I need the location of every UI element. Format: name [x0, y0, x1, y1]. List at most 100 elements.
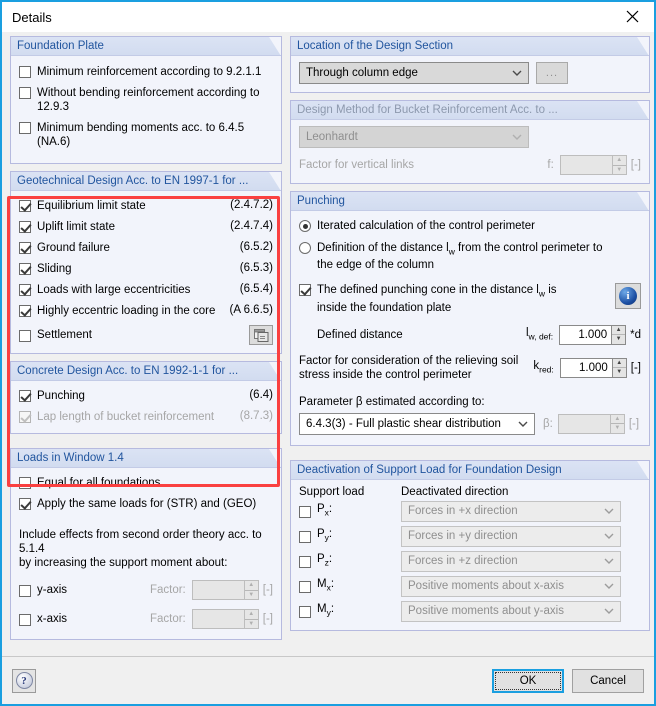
checkbox-equal-for-all-foundations[interactable]: [19, 477, 31, 489]
defined-distance-label: Defined distance: [317, 328, 403, 341]
group-header-geotechnical: Geotechnical Design Acc. to EN 1997-1 fo…: [11, 172, 281, 191]
beta-value: [557, 413, 610, 434]
checkbox-settlement[interactable]: [19, 329, 31, 342]
factor-stepper-y[interactable]: ▲ ▼: [191, 580, 259, 600]
checkbox-row[interactable]: Loads with large eccentricities (6.5.4): [19, 283, 273, 297]
dropdown-value: Positive moments about y-axis: [408, 605, 564, 618]
checkbox-punching[interactable]: [19, 390, 31, 402]
checkbox-pz[interactable]: [299, 555, 311, 568]
reference-code: (6.5.2): [239, 241, 273, 253]
checkbox-highly-eccentric-loading[interactable]: [19, 305, 31, 317]
checkbox-label: Uplift limit state: [37, 221, 115, 233]
checkbox-row[interactable]: Without bending reinforcement according …: [19, 86, 273, 114]
table-row[interactable]: Pz: Forces in +z direction: [299, 550, 641, 572]
checkbox-px[interactable]: [299, 505, 311, 518]
axis-row[interactable]: y-axis Factor: ▲ ▼ [-]: [19, 580, 273, 600]
axis-row[interactable]: x-axis Factor: ▲ ▼ [-]: [19, 609, 273, 629]
chevron-down-icon[interactable]: [598, 552, 620, 571]
dropdown-value: Leonhardt: [306, 131, 358, 143]
checkbox-min-bending-moments[interactable]: [19, 122, 31, 134]
checkbox-without-bending-reinforcement[interactable]: [19, 87, 31, 99]
chevron-down-icon[interactable]: [598, 577, 620, 596]
checkbox-equilibrium-limit-state[interactable]: [19, 200, 31, 212]
checkbox-row[interactable]: The defined punching cone in the distanc…: [299, 283, 641, 314]
factor-stepper-x[interactable]: ▲ ▼: [191, 609, 259, 629]
radio-definition-of-distance[interactable]: [299, 242, 311, 254]
stepper-buttons[interactable]: ▲ ▼: [243, 609, 259, 629]
checkbox-x-axis[interactable]: [19, 613, 31, 626]
row-label-my: My:: [317, 603, 335, 618]
factor-value-y[interactable]: [191, 580, 244, 600]
checkbox-row[interactable]: Minimum reinforcement according to 9.2.1…: [19, 65, 273, 79]
checkbox-ground-failure[interactable]: [19, 242, 31, 254]
table-row[interactable]: Py: Forces in +y direction: [299, 525, 641, 547]
cancel-button[interactable]: Cancel: [572, 668, 644, 693]
factor-unit-y: [-]: [262, 584, 273, 596]
checkbox-row[interactable]: Punching (6.4): [19, 389, 273, 403]
k-red-stepper[interactable]: 1.000 ▲ ▼: [559, 357, 627, 378]
radio-row[interactable]: Definition of the distance lw from the c…: [299, 241, 641, 272]
checkbox-loads-large-eccentricities[interactable]: [19, 284, 31, 296]
factor-value-x[interactable]: [191, 609, 244, 629]
checkbox-row[interactable]: Equal for all foundations: [19, 476, 273, 490]
checkbox-lap-length-bucket-reinforcement: [19, 411, 31, 423]
stepper-buttons[interactable]: ▲ ▼: [611, 357, 627, 378]
checkbox-row[interactable]: Highly eccentric loading in the core (A …: [19, 304, 273, 318]
chevron-down-icon[interactable]: [598, 502, 620, 521]
checkbox-row[interactable]: Apply the same loads for (STR) and (GEO): [19, 497, 273, 511]
checkbox-min-reinforcement[interactable]: [19, 66, 31, 78]
chevron-down-icon[interactable]: [512, 414, 534, 434]
direction-dropdown-px[interactable]: Forces in +x direction: [401, 500, 621, 522]
checkbox-row[interactable]: Sliding (6.5.3): [19, 262, 273, 276]
radio-iterated-calculation[interactable]: [299, 220, 311, 232]
chevron-down-icon[interactable]: [506, 63, 528, 83]
group-foundation-plate: Foundation Plate Minimum reinforcement a…: [10, 36, 282, 164]
checkbox-row[interactable]: Equilibrium limit state (2.4.7.2): [19, 199, 273, 213]
checkbox-row[interactable]: Ground failure (6.5.2): [19, 241, 273, 255]
design-section-location-dropdown[interactable]: Through column edge: [299, 62, 529, 84]
beta-symbol: β: [355, 395, 363, 408]
checkbox-mx[interactable]: [299, 580, 311, 593]
group-header-deactivation: Deactivation of Support Load for Foundat…: [291, 460, 649, 480]
beta-unit: [-]: [628, 417, 640, 430]
checkbox-apply-same-loads-str-geo[interactable]: [19, 498, 31, 510]
checkbox-row[interactable]: Settlement: [19, 325, 273, 345]
direction-dropdown-mx[interactable]: Positive moments about x-axis: [401, 575, 621, 597]
table-row[interactable]: Px: Forces in +x direction: [299, 500, 641, 522]
checkbox-my[interactable]: [299, 605, 311, 618]
help-icon[interactable]: ?: [12, 668, 36, 693]
radio-row[interactable]: Iterated calculation of the control peri…: [299, 219, 641, 233]
radio-label: Definition of the distance lw from the c…: [317, 241, 603, 272]
checkbox-row[interactable]: Uplift limit state (2.4.7.4): [19, 220, 273, 234]
defined-distance-value[interactable]: 1.000: [559, 324, 612, 345]
defined-distance-stepper[interactable]: 1.000 ▲ ▼: [559, 324, 627, 345]
radio-label-part1: Definition of the distance l: [317, 242, 449, 254]
chevron-down-icon[interactable]: [598, 602, 620, 621]
direction-dropdown-pz[interactable]: Forces in +z direction: [401, 550, 621, 572]
checkbox-row[interactable]: Minimum bending moments acc. to 6.4.5 (N…: [19, 121, 273, 149]
table-row[interactable]: My: Positive moments about y-axis: [299, 600, 641, 622]
checkbox-punching-cone-inside-plate[interactable]: [299, 284, 311, 297]
direction-dropdown-my[interactable]: Positive moments about y-axis: [401, 600, 621, 622]
design-section-browse-button[interactable]: ...: [536, 62, 568, 84]
checkbox-y-axis[interactable]: [19, 584, 31, 597]
beta-method-dropdown[interactable]: 6.4.3(3) - Full plastic shear distributi…: [299, 412, 535, 435]
k-red-label: Factor for consideration of the relievin…: [299, 354, 518, 382]
close-icon[interactable]: [610, 2, 654, 30]
stepper-buttons[interactable]: ▲ ▼: [611, 324, 627, 345]
settings-table-icon[interactable]: [249, 325, 273, 345]
stepper-buttons[interactable]: ▲ ▼: [243, 580, 259, 600]
group-deactivation-support-load: Deactivation of Support Load for Foundat…: [290, 459, 650, 631]
checkbox-sliding[interactable]: [19, 263, 31, 275]
ok-button[interactable]: OK: [492, 668, 564, 693]
checkbox-py[interactable]: [299, 530, 311, 543]
cone-label-part1: The defined punching cone in the distanc…: [317, 284, 539, 297]
info-icon[interactable]: i: [615, 283, 641, 310]
cone-label-part2: is: [545, 284, 557, 297]
table-row[interactable]: Mx: Positive moments about x-axis: [299, 575, 641, 597]
dialog-footer: ? OK Cancel: [2, 656, 654, 704]
k-red-value[interactable]: 1.000: [559, 357, 612, 378]
checkbox-uplift-limit-state[interactable]: [19, 221, 31, 233]
chevron-down-icon[interactable]: [598, 527, 620, 546]
direction-dropdown-py[interactable]: Forces in +y direction: [401, 525, 621, 547]
